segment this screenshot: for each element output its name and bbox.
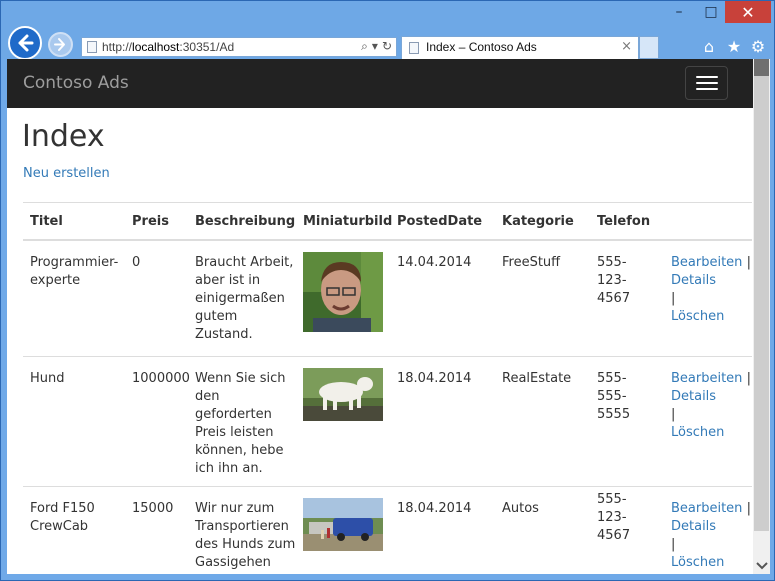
cell-category: Autos bbox=[495, 486, 590, 574]
address-bar[interactable]: http://localhost:30351/Ad ⌕ ▾ ↻ bbox=[81, 37, 397, 57]
minimize-button[interactable]: – bbox=[666, 1, 692, 23]
separator: | bbox=[671, 406, 676, 422]
cell-price: 1000000 bbox=[125, 356, 190, 487]
menu-toggle-button[interactable] bbox=[685, 66, 728, 100]
separator: | bbox=[746, 500, 751, 516]
thumbnail-image[interactable] bbox=[303, 367, 383, 421]
url-text[interactable]: http://localhost:30351/Ad bbox=[102, 40, 234, 54]
close-tab-icon[interactable]: × bbox=[621, 39, 632, 54]
scroll-down-arrow-icon[interactable] bbox=[753, 557, 770, 574]
delete-link[interactable]: Löschen bbox=[671, 425, 724, 440]
header-telefon: Telefon bbox=[590, 202, 664, 241]
separator: | bbox=[671, 536, 676, 552]
header-preis: Preis bbox=[125, 202, 188, 241]
separator: | bbox=[671, 291, 676, 306]
thumbnail-image[interactable] bbox=[303, 252, 383, 332]
cell-description: Braucht Arbeit, aber ist in einigermaßen… bbox=[188, 240, 296, 357]
menu-bar-icon bbox=[696, 76, 718, 78]
site-brand[interactable]: Contoso Ads bbox=[23, 73, 129, 93]
cell-thumbnail bbox=[296, 356, 390, 487]
cell-thumbnail bbox=[296, 486, 390, 574]
page-icon bbox=[87, 41, 97, 53]
favorites-icon[interactable]: ★ bbox=[725, 37, 743, 56]
separator: | bbox=[746, 370, 751, 386]
cell-actions: Bearbeiten | Details | Löschen bbox=[664, 240, 752, 357]
cell-phone: 555-123-4567 bbox=[590, 486, 664, 574]
cell-category: RealEstate bbox=[495, 356, 590, 487]
header-titel: Titel bbox=[23, 202, 125, 241]
menu-bar-icon bbox=[696, 82, 718, 84]
table-row: Ford F150 CrewCab 15000 Wir nur zum Tran… bbox=[23, 486, 752, 574]
scrollbar-thumb[interactable] bbox=[754, 76, 769, 531]
tab-title: Index – Contoso Ads bbox=[426, 40, 537, 54]
header-actions bbox=[664, 202, 752, 241]
edit-link[interactable]: Bearbeiten bbox=[671, 501, 742, 516]
cell-thumbnail bbox=[296, 240, 390, 357]
cell-title: Hund bbox=[23, 356, 125, 487]
refresh-icon[interactable]: ↻ bbox=[382, 39, 392, 54]
dropdown-icon[interactable]: ▾ bbox=[372, 39, 378, 54]
ads-table: Titel Preis Beschreibung Miniaturbild Po… bbox=[23, 202, 752, 574]
search-icon[interactable]: ⌕ bbox=[361, 39, 368, 54]
cell-price: 0 bbox=[125, 240, 188, 357]
header-kategorie: Kategorie bbox=[495, 202, 590, 241]
details-link[interactable]: Details bbox=[671, 389, 716, 404]
cell-description: Wenn Sie sich den geforderten Preis leis… bbox=[188, 356, 296, 487]
cell-actions: Bearbeiten | Details | Löschen bbox=[664, 486, 752, 574]
page-viewport: Contoso Ads Index Neu erstellen Titel Pr… bbox=[7, 59, 753, 574]
header-miniaturbild: Miniaturbild bbox=[296, 202, 392, 241]
header-beschreibung: Beschreibung bbox=[188, 202, 296, 241]
cell-phone: 555-123-4567 bbox=[590, 240, 664, 357]
cell-title: Programmier-experte bbox=[23, 240, 125, 357]
cell-actions: Bearbeiten | Details | Löschen bbox=[664, 356, 752, 487]
page-title: Index bbox=[22, 119, 105, 154]
forward-arrow-icon bbox=[54, 38, 65, 51]
browser-window: – □ ✕ http://localhost:30351/Ad ⌕ ▾ ↻ In… bbox=[0, 0, 775, 581]
cell-category: FreeStuff bbox=[495, 240, 590, 357]
create-new-link[interactable]: Neu erstellen bbox=[23, 166, 110, 181]
home-icon[interactable]: ⌂ bbox=[700, 37, 718, 56]
cell-title: Ford F150 CrewCab bbox=[23, 486, 125, 574]
cell-description: Wir nur zum Transportieren des Hunds zum… bbox=[188, 486, 296, 574]
table-row: Hund 1000000 Wenn Sie sich den gefordert… bbox=[23, 356, 752, 487]
browser-chrome: – □ ✕ http://localhost:30351/Ad ⌕ ▾ ↻ In… bbox=[1, 1, 774, 60]
details-link[interactable]: Details bbox=[671, 519, 716, 534]
cell-price: 15000 bbox=[125, 486, 188, 574]
cell-phone: 555-555-5555 bbox=[590, 356, 664, 487]
forward-button[interactable] bbox=[48, 32, 73, 57]
edit-link[interactable]: Bearbeiten bbox=[671, 255, 742, 270]
browser-tab[interactable]: Index – Contoso Ads × bbox=[401, 36, 639, 59]
settings-gear-icon[interactable]: ⚙ bbox=[749, 37, 767, 56]
separator: | bbox=[746, 255, 751, 270]
back-arrow-icon bbox=[18, 34, 34, 52]
table-row: Programmier-experte 0 Braucht Arbeit, ab… bbox=[23, 240, 752, 357]
close-window-button[interactable]: ✕ bbox=[725, 1, 771, 23]
back-button[interactable] bbox=[8, 26, 42, 60]
thumbnail-image[interactable] bbox=[303, 497, 383, 551]
vertical-scrollbar[interactable] bbox=[753, 59, 770, 574]
site-navbar: Contoso Ads bbox=[7, 59, 753, 108]
cell-date: 14.04.2014 bbox=[390, 240, 495, 357]
delete-link[interactable]: Löschen bbox=[671, 309, 724, 324]
address-bar-icons: ⌕ ▾ ↻ bbox=[361, 39, 392, 54]
new-tab-button[interactable] bbox=[639, 36, 659, 59]
cell-date: 18.04.2014 bbox=[390, 356, 495, 487]
header-posteddate: PostedDate bbox=[390, 202, 495, 241]
maximize-button[interactable]: □ bbox=[698, 1, 724, 23]
tab-page-icon bbox=[409, 42, 419, 54]
edit-link[interactable]: Bearbeiten bbox=[671, 371, 742, 386]
menu-bar-icon bbox=[696, 88, 718, 90]
details-link[interactable]: Details bbox=[671, 273, 716, 288]
table-header-row: Titel Preis Beschreibung Miniaturbild Po… bbox=[23, 202, 752, 241]
delete-link[interactable]: Löschen bbox=[671, 555, 724, 570]
cell-date: 18.04.2014 bbox=[390, 486, 495, 574]
